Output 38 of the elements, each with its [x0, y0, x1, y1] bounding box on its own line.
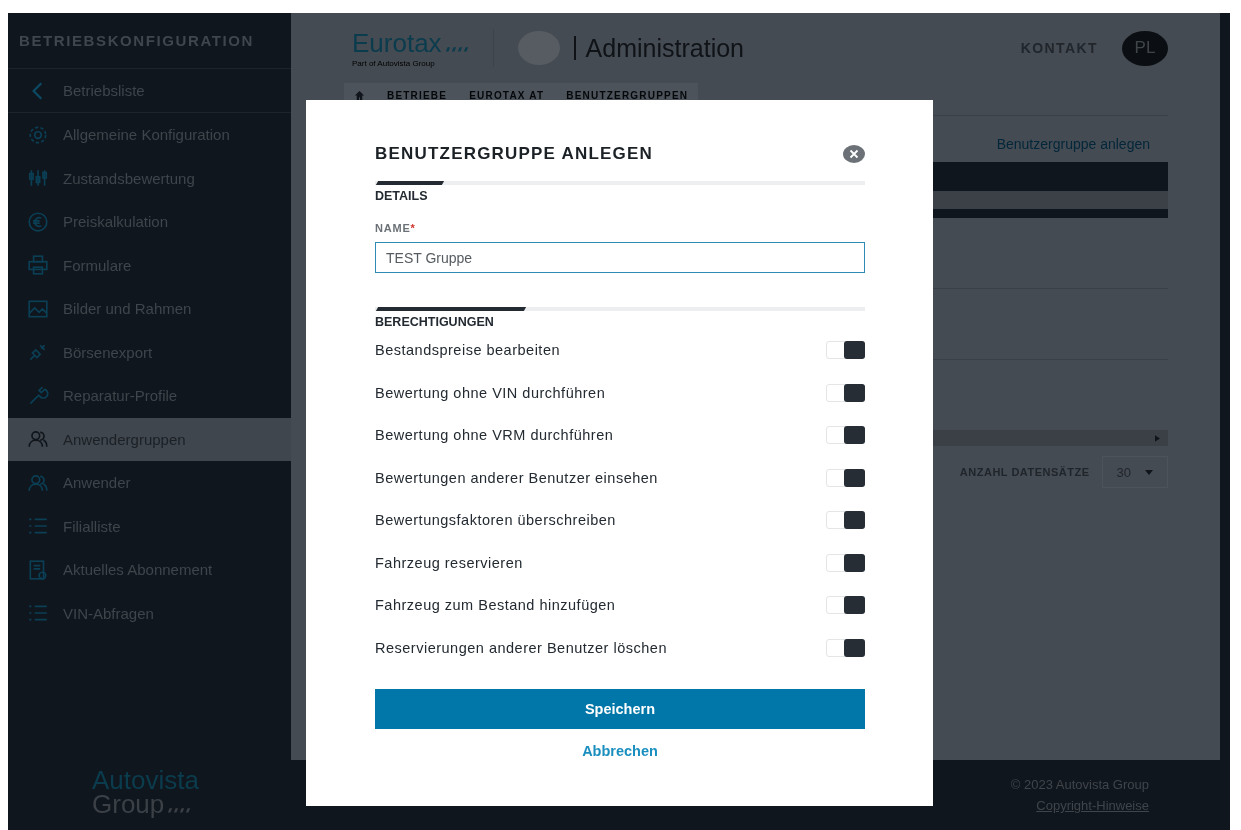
breadcrumb-item[interactable]: BETRIEBE [387, 89, 448, 101]
toggle-switch[interactable] [826, 426, 865, 445]
permission-label: Bewertungsfaktoren überschreiben [375, 512, 616, 529]
page-title: Administration [573, 36, 744, 60]
printer-icon [27, 254, 49, 277]
home-icon[interactable] [354, 89, 365, 101]
permission-label: Bewertung ohne VIN durchführen [375, 384, 606, 401]
caret-icon [1145, 469, 1153, 475]
user-avatar[interactable]: PL [1122, 30, 1168, 66]
breadcrumb-item[interactable]: BENUTZERGRUPPEN [566, 89, 689, 101]
cancel-button[interactable]: Abbrechen [580, 739, 660, 763]
euro-icon [27, 210, 49, 233]
dialog-title: BENUTZERGRUPPE ANLEGEN [375, 144, 653, 164]
toggle-switch[interactable] [826, 341, 865, 360]
permission-label: Bewertung ohne VRM durchführen [375, 427, 614, 444]
name-input[interactable]: TEST Gruppe [375, 242, 865, 273]
toggle-switch[interactable] [826, 511, 865, 530]
permission-label: Bestandspreise bearbeiten [375, 342, 560, 359]
document-icon [27, 558, 49, 581]
permission-label: Fahrzeug reservieren [375, 554, 523, 571]
toggle-switch[interactable] [826, 553, 865, 572]
breadcrumb-item[interactable]: EUROTAX AT [469, 89, 545, 101]
save-button[interactable]: Speichern [375, 689, 865, 729]
toggle-switch[interactable] [826, 468, 865, 487]
toggle-switch[interactable] [826, 596, 865, 615]
permission-label: Fahrzeug zum Bestand hinzufügen [375, 597, 616, 614]
field-label: NAME* [375, 222, 417, 234]
brand-logo: Eurotax Part of Autovista Group [352, 28, 469, 68]
wrench-icon [27, 384, 49, 407]
toggle-switch[interactable] [826, 638, 865, 657]
image-icon [27, 297, 49, 320]
close-icon[interactable] [843, 145, 865, 163]
create-group-link[interactable]: Benutzergruppe anlegen [996, 136, 1150, 152]
toggle-switch[interactable] [826, 383, 865, 402]
permission-label: Reservierungen anderer Benutzer löschen [375, 639, 667, 656]
permission-label: Bewertungen anderer Benutzer einsehen [375, 469, 658, 486]
section-heading: BERECHTIGUNGEN [375, 315, 495, 329]
section-heading: DETAILS [375, 189, 429, 203]
